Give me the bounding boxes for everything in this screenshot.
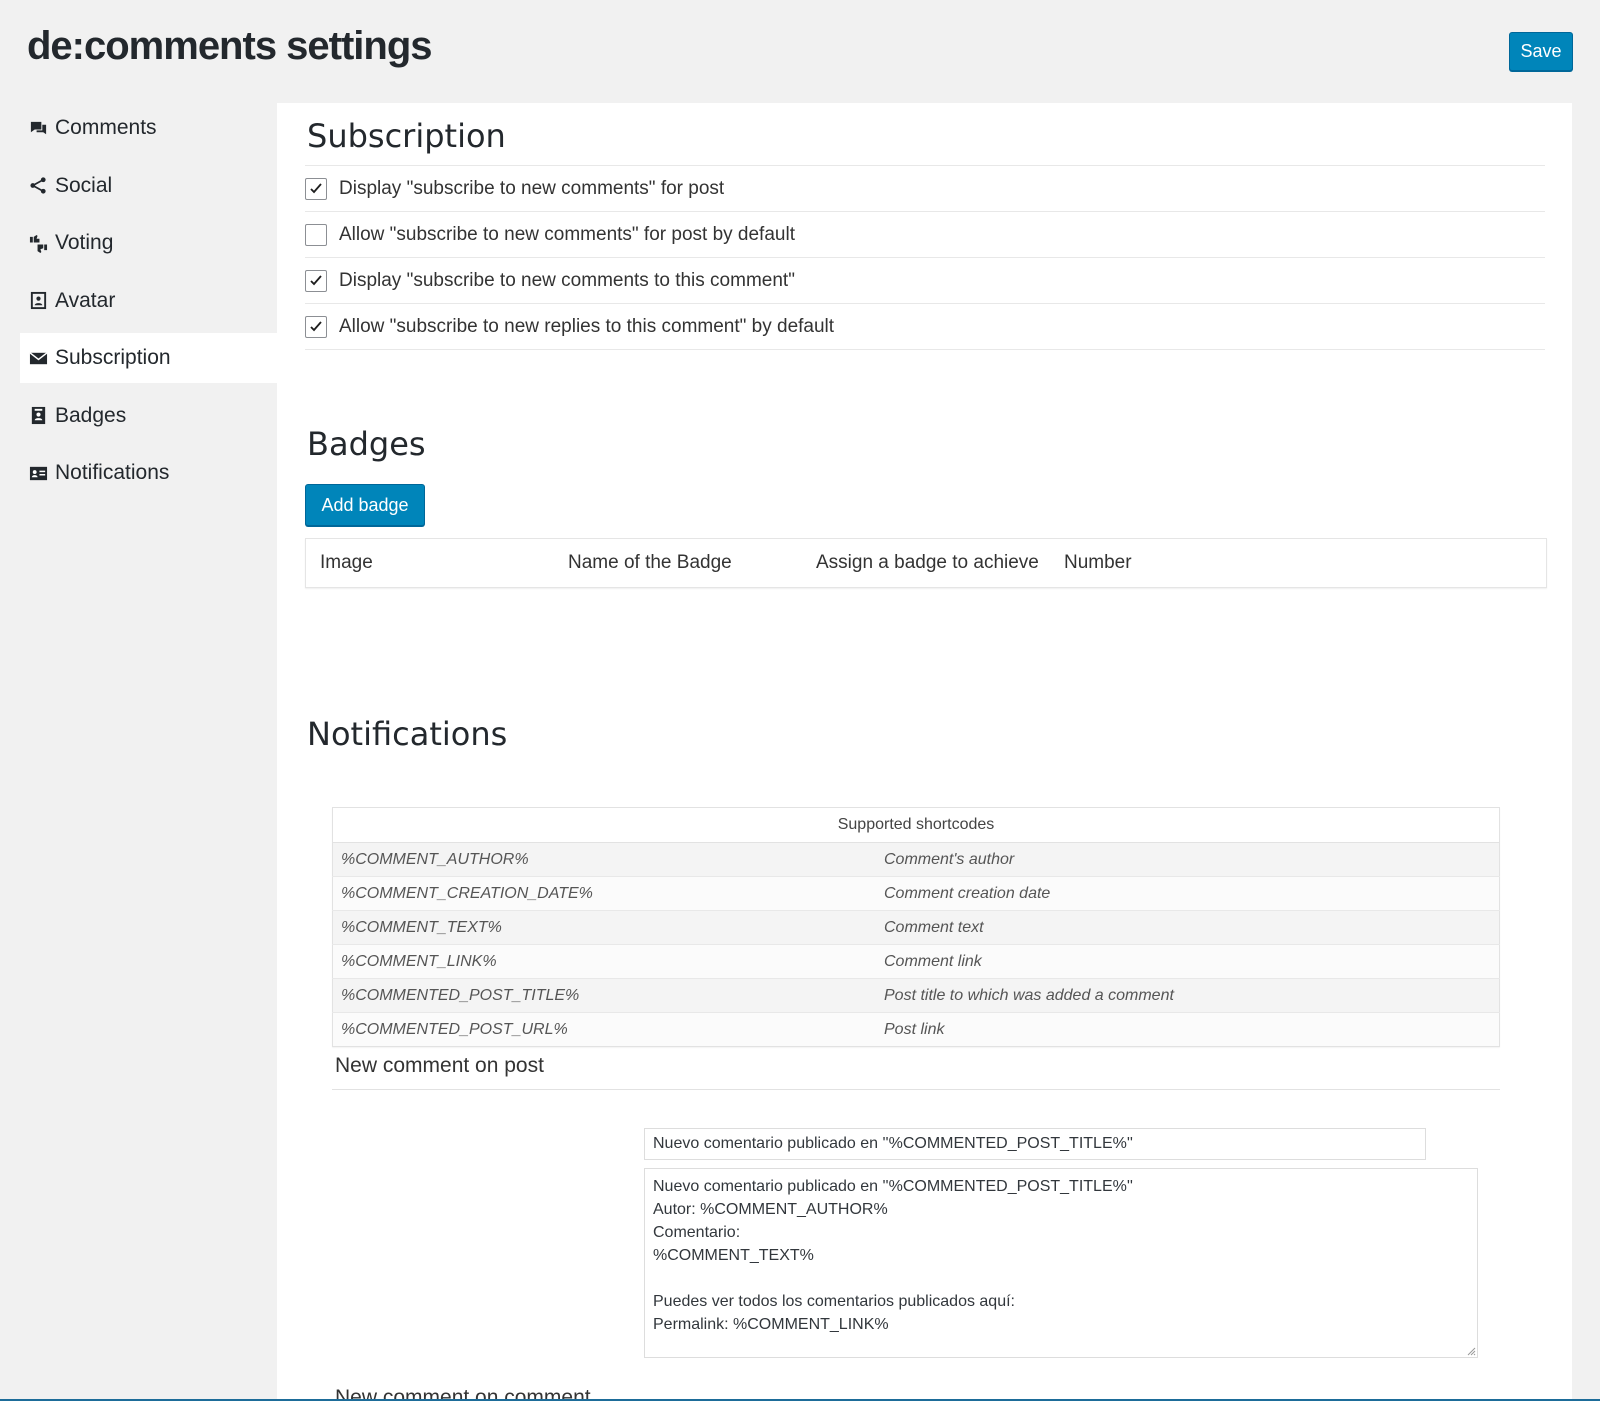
- option-label: Allow "subscribe to new comments" for po…: [339, 223, 795, 245]
- shortcode-desc: Comment text: [876, 910, 1500, 945]
- sidebar-item-label: Subscription: [55, 346, 171, 369]
- table-row: %COMMENTED_POST_TITLE% Post title to whi…: [332, 978, 1500, 1013]
- sidebar-item-label: Badges: [55, 403, 127, 427]
- sidebar-item-notifications[interactable]: Notifications: [20, 448, 277, 498]
- shortcode-desc: Comment creation date: [876, 876, 1500, 911]
- comments-icon: [28, 118, 48, 138]
- sidebar-item-label: Avatar: [55, 288, 116, 312]
- check-icon: [310, 320, 322, 331]
- table-row: %COMMENT_CREATION_DATE% Comment creation…: [332, 876, 1500, 911]
- sidebar-item-label: Social: [55, 173, 113, 197]
- subscription-option[interactable]: Allow "subscribe to new replies to this …: [305, 303, 1545, 350]
- table-row: %COMMENT_AUTHOR% Comment's author: [332, 842, 1500, 877]
- sidebar-item-social[interactable]: Social: [20, 161, 277, 211]
- checkbox[interactable]: [305, 315, 327, 338]
- subscription-title: Subscription: [307, 117, 506, 155]
- sidebar-item-voting[interactable]: Voting: [20, 218, 277, 268]
- column-header: Assign a badge to achieve: [816, 552, 1039, 573]
- add-badge-button[interactable]: Add badge: [305, 484, 425, 526]
- subscription-option[interactable]: Display "subscribe to new comments to th…: [305, 257, 1545, 303]
- new-comment-on-post-body-textarea[interactable]: [644, 1168, 1478, 1358]
- shortcode-code: %COMMENT_AUTHOR%: [332, 842, 876, 877]
- resize-grip-icon[interactable]: [1466, 1346, 1476, 1356]
- column-header: Number: [1064, 552, 1132, 573]
- option-label: Allow "subscribe to new replies to this …: [339, 315, 835, 337]
- id-badge-icon: [28, 463, 48, 483]
- sidebar-item-subscription[interactable]: Subscription: [20, 333, 277, 383]
- subscription-option[interactable]: Allow "subscribe to new comments" for po…: [305, 211, 1545, 257]
- badges-table-header: Image Name of the Badge Assign a badge t…: [305, 538, 1547, 588]
- share-icon: [28, 176, 48, 196]
- subscription-option[interactable]: Display "subscribe to new comments" for …: [305, 165, 1545, 211]
- notifications-title: Notifications: [307, 715, 508, 753]
- sidebar-item-label: Voting: [55, 231, 114, 254]
- thumbs-icon: [28, 233, 48, 253]
- sidebar-item-avatar[interactable]: Avatar: [20, 276, 277, 326]
- shortcode-code: %COMMENTED_POST_URL%: [332, 1012, 876, 1047]
- shortcode-code: %COMMENT_LINK%: [332, 944, 876, 979]
- column-header: Image: [320, 552, 373, 573]
- sidebar-item-comments[interactable]: Comments: [20, 103, 277, 153]
- shortcode-desc: Comment's author: [876, 842, 1500, 877]
- subscription-options: Display "subscribe to new comments" for …: [305, 165, 1545, 350]
- sidebar: Comments Social Voting Avatar Subscripti…: [20, 103, 277, 506]
- shortcode-desc: Comment link: [876, 944, 1500, 979]
- check-icon: [310, 274, 322, 285]
- envelope-icon: [28, 348, 48, 368]
- settings-panel: Subscription Display "subscribe to new c…: [277, 103, 1572, 1401]
- table-row: %COMMENT_LINK% Comment link: [332, 944, 1500, 979]
- table-row: %COMMENT_TEXT% Comment text: [332, 910, 1500, 945]
- new-comment-on-post-subject-input[interactable]: [644, 1128, 1426, 1160]
- sidebar-item-label: Comments: [55, 116, 157, 139]
- id-card-icon: [28, 291, 48, 311]
- shortcode-code: %COMMENTED_POST_TITLE%: [332, 978, 876, 1013]
- shortcode-desc: Post link: [876, 1012, 1500, 1047]
- shortcode-code: %COMMENT_CREATION_DATE%: [332, 876, 876, 911]
- badge-icon: [28, 406, 48, 426]
- checkbox[interactable]: [305, 223, 327, 246]
- save-button[interactable]: Save: [1509, 32, 1573, 71]
- shortcode-code: %COMMENT_TEXT%: [332, 910, 876, 945]
- column-header: Name of the Badge: [568, 552, 732, 573]
- shortcodes-header: Supported shortcodes: [332, 807, 1500, 843]
- shortcodes-table: Supported shortcodes %COMMENT_AUTHOR% Co…: [332, 807, 1500, 1047]
- badges-title: Badges: [307, 425, 426, 463]
- sidebar-item-label: Notifications: [55, 461, 170, 484]
- new-comment-on-post-label: New comment on post: [332, 1054, 1500, 1090]
- table-row: %COMMENTED_POST_URL% Post link: [332, 1012, 1500, 1047]
- option-label: Display "subscribe to new comments" for …: [339, 177, 725, 199]
- page-title: de:comments settings: [27, 24, 433, 68]
- check-icon: [310, 182, 322, 193]
- checkbox[interactable]: [305, 269, 327, 292]
- checkbox[interactable]: [305, 177, 327, 200]
- option-label: Display "subscribe to new comments to th…: [339, 269, 795, 291]
- sidebar-item-badges[interactable]: Badges: [20, 391, 277, 441]
- shortcode-desc: Post title to which was added a comment: [876, 978, 1500, 1013]
